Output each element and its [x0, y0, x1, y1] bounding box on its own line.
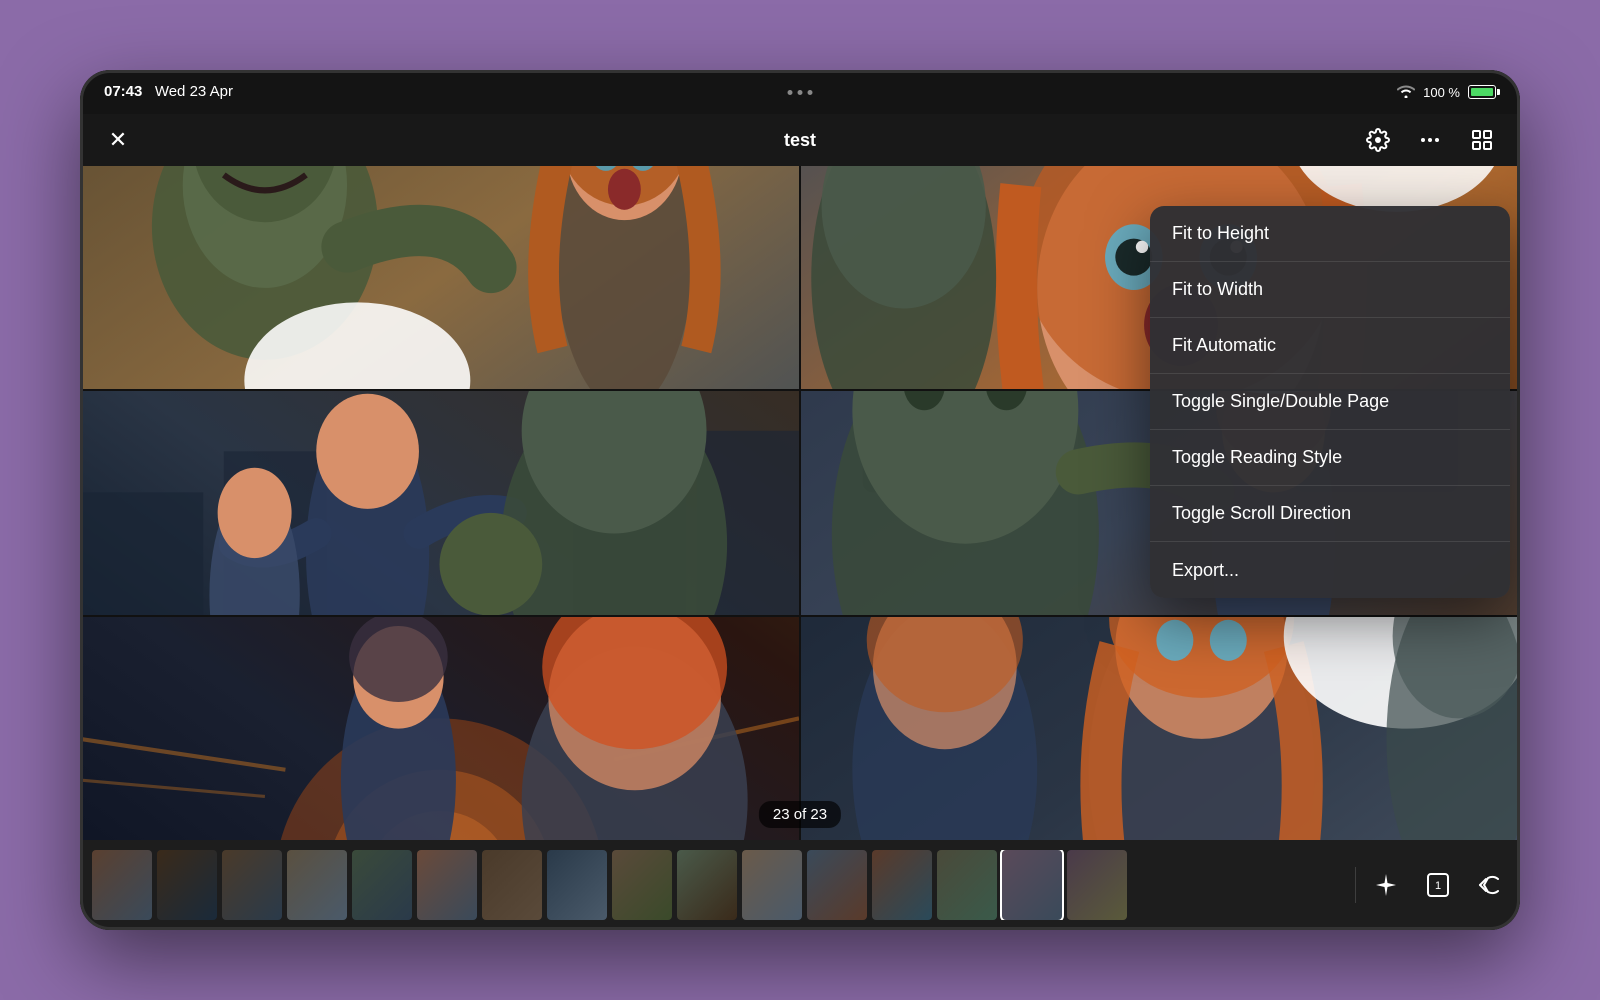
thumb-item-1[interactable]	[92, 850, 152, 920]
device-frame: 07:43 Wed 23 Apr 100 % ✕	[80, 70, 1520, 930]
thumb-bg-8	[547, 850, 607, 920]
menu-toggle-page-label: Toggle Single/Double Page	[1172, 391, 1389, 412]
panel-5-art	[80, 617, 799, 840]
thumb-item-15[interactable]	[1002, 850, 1062, 920]
menu-fit-width-label: Fit to Width	[1172, 279, 1263, 300]
svg-text:1: 1	[1435, 880, 1441, 892]
panel-3-art	[80, 391, 799, 614]
thumb-list	[92, 850, 1341, 920]
page-num-button[interactable]: 1	[1420, 867, 1456, 903]
settings-button[interactable]	[1360, 122, 1396, 158]
status-date: Wed 23 Apr	[155, 83, 233, 100]
comic-panel-5	[80, 617, 799, 840]
menu-fit-height-label: Fit to Height	[1172, 223, 1269, 244]
thumb-bg-13	[872, 850, 932, 920]
menu-toggle-scroll-label: Toggle Scroll Direction	[1172, 503, 1351, 524]
nav-bar: ✕ test	[80, 114, 1520, 166]
status-time: 07:43	[104, 83, 142, 100]
strip-right-controls: 1	[1355, 867, 1508, 903]
thumb-bg-12	[807, 850, 867, 920]
status-center-dots	[788, 90, 813, 95]
thumb-bg-4	[287, 850, 347, 920]
comic-panel-6	[801, 617, 1520, 840]
panel-1-art	[80, 166, 799, 389]
thumb-bg-11	[742, 850, 802, 920]
grid-button[interactable]	[1464, 122, 1500, 158]
thumb-item-9[interactable]	[612, 850, 672, 920]
thumb-item-13[interactable]	[872, 850, 932, 920]
menu-export[interactable]: Export...	[1150, 542, 1510, 598]
menu-export-label: Export...	[1172, 560, 1239, 581]
comic-panel-3	[80, 391, 799, 614]
thumb-bg-16	[1067, 850, 1127, 920]
context-menu: Fit to Height Fit to Width Fit Automatic…	[1150, 206, 1510, 598]
thumb-bg-5	[352, 850, 412, 920]
back-icon	[1476, 871, 1504, 899]
thumb-item-16[interactable]	[1067, 850, 1127, 920]
battery-icon	[1468, 85, 1496, 99]
thumb-item-4[interactable]	[287, 850, 347, 920]
sparkle-icon	[1373, 872, 1399, 898]
back-button[interactable]	[1472, 867, 1508, 903]
thumb-item-8[interactable]	[547, 850, 607, 920]
menu-toggle-page[interactable]: Toggle Single/Double Page	[1150, 374, 1510, 430]
thumb-item-6[interactable]	[417, 850, 477, 920]
menu-fit-auto[interactable]: Fit Automatic	[1150, 318, 1510, 374]
close-button[interactable]: ✕	[100, 122, 136, 158]
status-bar: 07:43 Wed 23 Apr 100 %	[80, 70, 1520, 114]
thumb-bg-9	[612, 850, 672, 920]
battery-percentage: 100 %	[1423, 85, 1460, 100]
sparkle-button[interactable]	[1368, 867, 1404, 903]
thumb-item-5[interactable]	[352, 850, 412, 920]
status-left: 07:43 Wed 23 Apr	[104, 83, 233, 101]
thumb-bg-10	[677, 850, 737, 920]
thumbnail-strip: 1	[80, 840, 1520, 930]
thumb-item-7[interactable]	[482, 850, 542, 920]
menu-fit-auto-label: Fit Automatic	[1172, 335, 1276, 356]
status-dot-1	[788, 90, 793, 95]
more-button[interactable]	[1412, 122, 1448, 158]
thumb-bg-1	[92, 850, 152, 920]
thumb-bg-6	[417, 850, 477, 920]
main-content: 23 of 23 Fit to Height Fit to Width Fit …	[80, 166, 1520, 840]
thumb-item-3[interactable]	[222, 850, 282, 920]
thumb-item-12[interactable]	[807, 850, 867, 920]
panel-6-art	[801, 617, 1520, 840]
panel-art-1	[80, 166, 799, 389]
thumb-bg-2	[157, 850, 217, 920]
thumb-item-2[interactable]	[157, 850, 217, 920]
status-right: 100 %	[1397, 84, 1496, 101]
menu-toggle-scroll[interactable]: Toggle Scroll Direction	[1150, 486, 1510, 542]
thumb-item-14[interactable]	[937, 850, 997, 920]
status-dot-2	[798, 90, 803, 95]
comic-panel-1	[80, 166, 799, 389]
thumb-item-10[interactable]	[677, 850, 737, 920]
status-dot-3	[808, 90, 813, 95]
thumb-bg-14	[937, 850, 997, 920]
thumb-bg-7	[482, 850, 542, 920]
battery-fill	[1471, 88, 1493, 96]
thumb-bg-15	[1002, 850, 1062, 920]
thumb-item-11[interactable]	[742, 850, 802, 920]
wifi-icon	[1397, 84, 1415, 101]
menu-fit-height[interactable]: Fit to Height	[1150, 206, 1510, 262]
page-num-icon: 1	[1424, 871, 1452, 899]
close-icon: ✕	[109, 127, 127, 153]
menu-toggle-reading[interactable]: Toggle Reading Style	[1150, 430, 1510, 486]
nav-right	[1360, 122, 1500, 158]
nav-left: ✕	[100, 122, 136, 158]
thumb-bg-3	[222, 850, 282, 920]
menu-fit-width[interactable]: Fit to Width	[1150, 262, 1510, 318]
page-title: test	[784, 130, 816, 151]
page-counter: 23 of 23	[759, 801, 841, 828]
menu-toggle-reading-label: Toggle Reading Style	[1172, 447, 1342, 468]
